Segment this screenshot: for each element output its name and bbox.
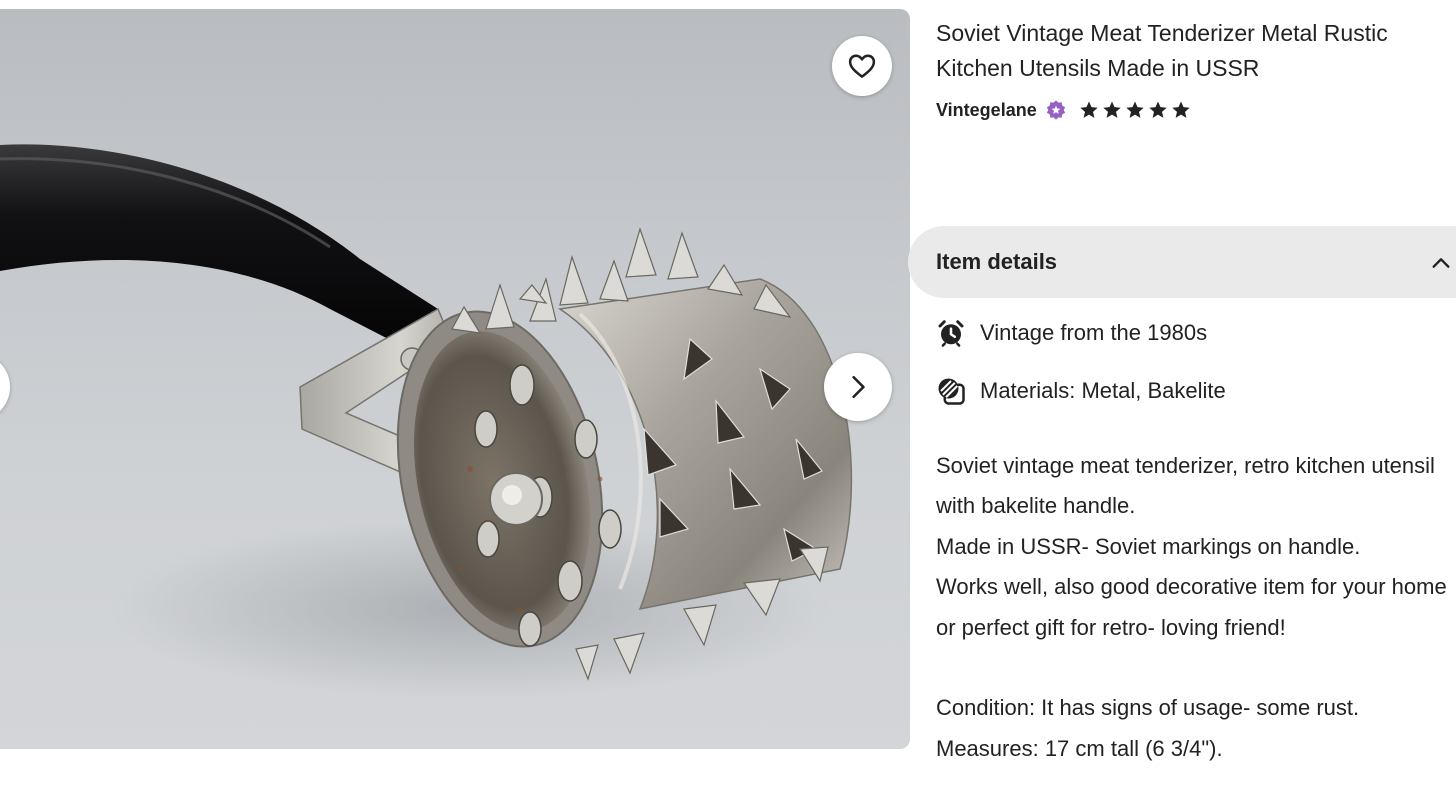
description-line: Works well, also good decorative item fo… <box>936 574 1447 640</box>
item-details-toggle[interactable]: Item details <box>908 226 1456 298</box>
favorite-button[interactable] <box>832 36 892 96</box>
heart-outline-icon <box>848 54 876 78</box>
description-line: Made in USSR- Soviet markings on handle. <box>936 533 1361 559</box>
next-image-button[interactable] <box>824 353 892 421</box>
seller-name-link[interactable]: Vintegelane <box>936 100 1037 121</box>
alarm-clock-icon <box>938 320 964 347</box>
item-description: Soviet vintage meat tenderizer, retro ki… <box>936 446 1451 769</box>
highlight-vintage: Vintage from the 1980s <box>936 315 1207 351</box>
highlight-materials: Materials: Metal, Bakelite <box>936 373 1226 409</box>
description-line: Condition: It has signs of usage- some r… <box>936 695 1360 721</box>
product-photo <box>0 144 853 699</box>
seller-rating <box>1079 100 1191 120</box>
star-seller-badge-icon <box>1046 100 1065 120</box>
description-line: Measures: 17 cm tall (6 3/4"). <box>936 735 1223 761</box>
star-filled-icon <box>1080 101 1098 118</box>
materials-icon <box>938 378 965 405</box>
listing-image-carousel[interactable] <box>0 9 910 749</box>
description-blank-line <box>936 648 1451 688</box>
chevron-right-icon <box>852 375 865 399</box>
listing-title: Soviet Vintage Meat Tenderizer Metal Rus… <box>936 20 1388 81</box>
highlight-vintage-text: Vintage from the 1980s <box>980 320 1208 345</box>
star-filled-icon <box>1103 101 1121 118</box>
highlight-materials-text: Materials: Metal, Bakelite <box>980 378 1226 403</box>
star-filled-icon <box>1149 101 1167 118</box>
chevron-up-icon <box>1432 258 1450 268</box>
description-line: Soviet vintage meat tenderizer, retro ki… <box>936 453 1435 519</box>
star-filled-icon <box>1172 101 1190 118</box>
star-filled-icon <box>1126 101 1144 118</box>
seller-row: Vintegelane <box>936 96 1191 124</box>
item-details-heading: Item details <box>936 249 1058 274</box>
